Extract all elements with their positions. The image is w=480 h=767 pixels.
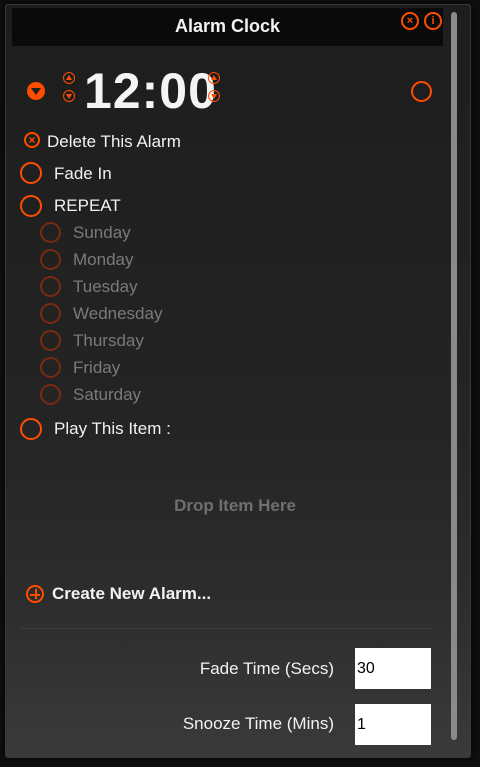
- day-checkbox-sunday[interactable]: [40, 222, 61, 243]
- hour-up-icon[interactable]: [63, 72, 75, 84]
- alarm-clock-panel: [5, 4, 471, 758]
- day-label-monday: Monday: [73, 250, 134, 269]
- snooze-time-label: Snooze Time (Mins): [182, 714, 334, 733]
- day-checkbox-thursday[interactable]: [40, 330, 61, 351]
- close-icon[interactable]: ×: [401, 12, 419, 30]
- collapse-arrow-icon[interactable]: [27, 82, 45, 100]
- scrollbar[interactable]: [451, 12, 457, 740]
- day-checkbox-monday[interactable]: [40, 249, 61, 270]
- play-item-label: Play This Item :: [54, 419, 171, 438]
- drop-zone[interactable]: Drop Item Here: [0, 496, 470, 516]
- title-bar: Alarm Clock: [12, 8, 443, 46]
- day-checkbox-saturday[interactable]: [40, 384, 61, 405]
- day-checkbox-wednesday[interactable]: [40, 303, 61, 324]
- hour-down-icon[interactable]: [63, 90, 75, 102]
- day-label-thursday: Thursday: [73, 331, 144, 350]
- fade-time-input[interactable]: [355, 648, 431, 689]
- minute-up-icon[interactable]: [208, 72, 220, 84]
- divider: [20, 628, 431, 629]
- snooze-time-input[interactable]: [355, 704, 431, 745]
- day-label-wednesday: Wednesday: [73, 304, 163, 323]
- fade-time-label: Fade Time (Secs): [199, 659, 334, 678]
- delete-icon[interactable]: ×: [24, 132, 40, 148]
- create-new-alarm-button[interactable]: Create New Alarm...: [52, 584, 211, 604]
- fade-in-label: Fade In: [54, 164, 112, 183]
- play-item-checkbox[interactable]: [20, 418, 42, 440]
- day-checkbox-friday[interactable]: [40, 357, 61, 378]
- add-icon[interactable]: [26, 585, 44, 603]
- day-label-sunday: Sunday: [73, 223, 131, 242]
- window-title: Alarm Clock: [174, 16, 281, 36]
- repeat-checkbox[interactable]: [20, 195, 42, 217]
- delete-alarm-label[interactable]: Delete This Alarm: [47, 132, 181, 152]
- day-label-friday: Friday: [73, 358, 121, 377]
- minute-down-icon[interactable]: [208, 90, 220, 102]
- info-icon[interactable]: i: [424, 12, 442, 30]
- fade-in-checkbox[interactable]: [20, 162, 42, 184]
- alarm-time: 12:00: [84, 63, 217, 119]
- repeat-label: REPEAT: [54, 196, 121, 215]
- day-label-saturday: Saturday: [73, 385, 142, 404]
- day-checkbox-tuesday[interactable]: [40, 276, 61, 297]
- alarm-enable-toggle[interactable]: [411, 81, 432, 102]
- day-label-tuesday: Tuesday: [73, 277, 138, 296]
